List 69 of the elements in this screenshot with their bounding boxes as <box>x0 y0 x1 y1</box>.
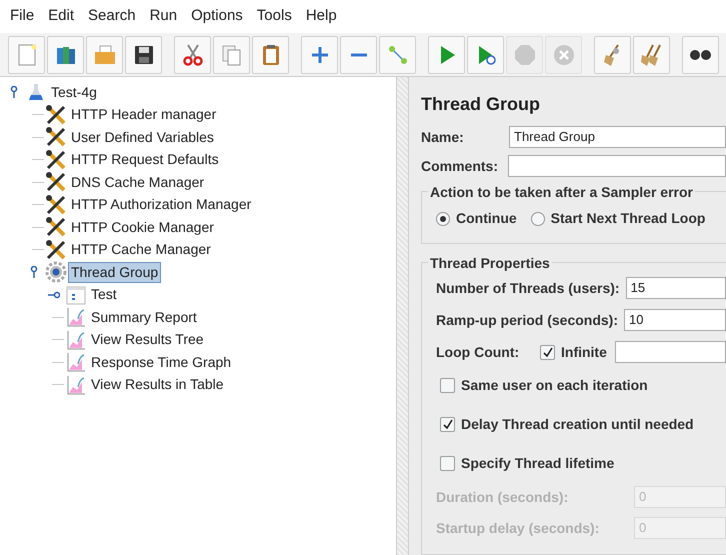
menu-item[interactable]: Tools <box>256 5 292 28</box>
name-field[interactable]: Thread Group <box>509 126 726 148</box>
radio-button[interactable] <box>530 212 545 226</box>
menu-item[interactable]: Help <box>306 5 337 28</box>
wrench-icon <box>45 194 67 215</box>
menu-item[interactable]: File <box>10 5 34 28</box>
field-label: Ramp-up period (seconds): <box>436 310 618 330</box>
field-label: Loop Count: <box>436 342 520 362</box>
minus-icon <box>350 52 368 58</box>
toolbar-button[interactable] <box>682 36 719 74</box>
menu-item[interactable]: Options <box>191 5 243 28</box>
field-label: Startup delay (seconds): <box>436 518 600 538</box>
radio-button[interactable] <box>436 212 450 226</box>
tree-item[interactable]: HTTP Authorization Manager <box>68 194 254 216</box>
tree-item[interactable]: Test <box>88 284 120 306</box>
tree-item[interactable]: Summary Report <box>88 306 200 328</box>
check-icon <box>542 346 553 358</box>
wrench-icon <box>45 172 67 192</box>
tree-item[interactable]: View Results Tree <box>88 329 207 350</box>
expanded-handle-icon[interactable] <box>9 86 19 98</box>
field-label: Name: <box>421 128 465 146</box>
graph-icon <box>66 352 86 372</box>
comments-field[interactable] <box>508 155 726 177</box>
checkbox[interactable] <box>540 344 555 360</box>
tree-item[interactable]: HTTP Request Defaults <box>68 149 222 170</box>
tree-item[interactable]: HTTP Header manager <box>68 104 220 126</box>
tree-item[interactable]: View Results in Table <box>88 374 227 396</box>
gear-icon <box>45 261 67 284</box>
checkbox[interactable] <box>440 456 455 471</box>
loop-count-field[interactable] <box>614 341 726 363</box>
tree-item[interactable]: Thread Group <box>68 262 162 283</box>
flask-icon <box>27 83 45 102</box>
radio-label: Continue <box>456 209 517 228</box>
menu-item[interactable]: Run <box>150 5 178 28</box>
tree-item[interactable]: Response Time Graph <box>88 352 234 373</box>
tree-item[interactable]: DNS Cache Manager <box>68 172 208 193</box>
check-icon <box>442 419 453 430</box>
tree-item[interactable]: HTTP Cache Manager <box>68 239 214 260</box>
checkbox-label: Delay Thread creation until needed <box>461 415 694 434</box>
menu-item[interactable]: Edit <box>48 5 74 28</box>
field-label: Number of Threads (users): <box>436 278 620 298</box>
graph-icon <box>66 307 86 328</box>
checkbox-label: Specify Thread lifetime <box>461 454 614 473</box>
wrench-icon <box>45 240 67 260</box>
checkbox[interactable] <box>440 378 455 393</box>
threads-field[interactable]: 15 <box>626 277 726 299</box>
tree-item[interactable]: Test-4g <box>48 82 100 103</box>
graph-icon <box>66 330 86 350</box>
wrench-icon <box>45 150 67 170</box>
ramp-up-field[interactable]: 10 <box>624 309 726 331</box>
checkbox-label: Same user on each iteration <box>461 376 648 395</box>
collapsed-handle-icon[interactable] <box>48 290 60 300</box>
field-label: Duration (seconds): <box>436 488 570 507</box>
wrench-icon <box>45 127 67 148</box>
menu-item[interactable]: Search <box>88 5 136 28</box>
toolbar-button[interactable] <box>125 36 162 74</box>
radio-label: Start Next Thread Loop <box>550 209 706 228</box>
graph-icon <box>66 374 86 395</box>
tree-item[interactable]: User Defined Variables <box>68 126 217 148</box>
field-label: Comments: <box>421 156 500 176</box>
wrench-icon <box>45 104 67 125</box>
panel-title: Thread Group <box>421 93 542 116</box>
wrench-icon <box>45 217 67 238</box>
checkbox[interactable] <box>440 417 455 432</box>
expanded-handle-icon[interactable] <box>29 266 39 278</box>
list-icon <box>66 284 86 305</box>
tree-item[interactable]: HTTP Cookie Manager <box>68 216 217 238</box>
checkbox-label: Infinite <box>561 342 607 362</box>
toolbar-button[interactable] <box>47 36 84 74</box>
